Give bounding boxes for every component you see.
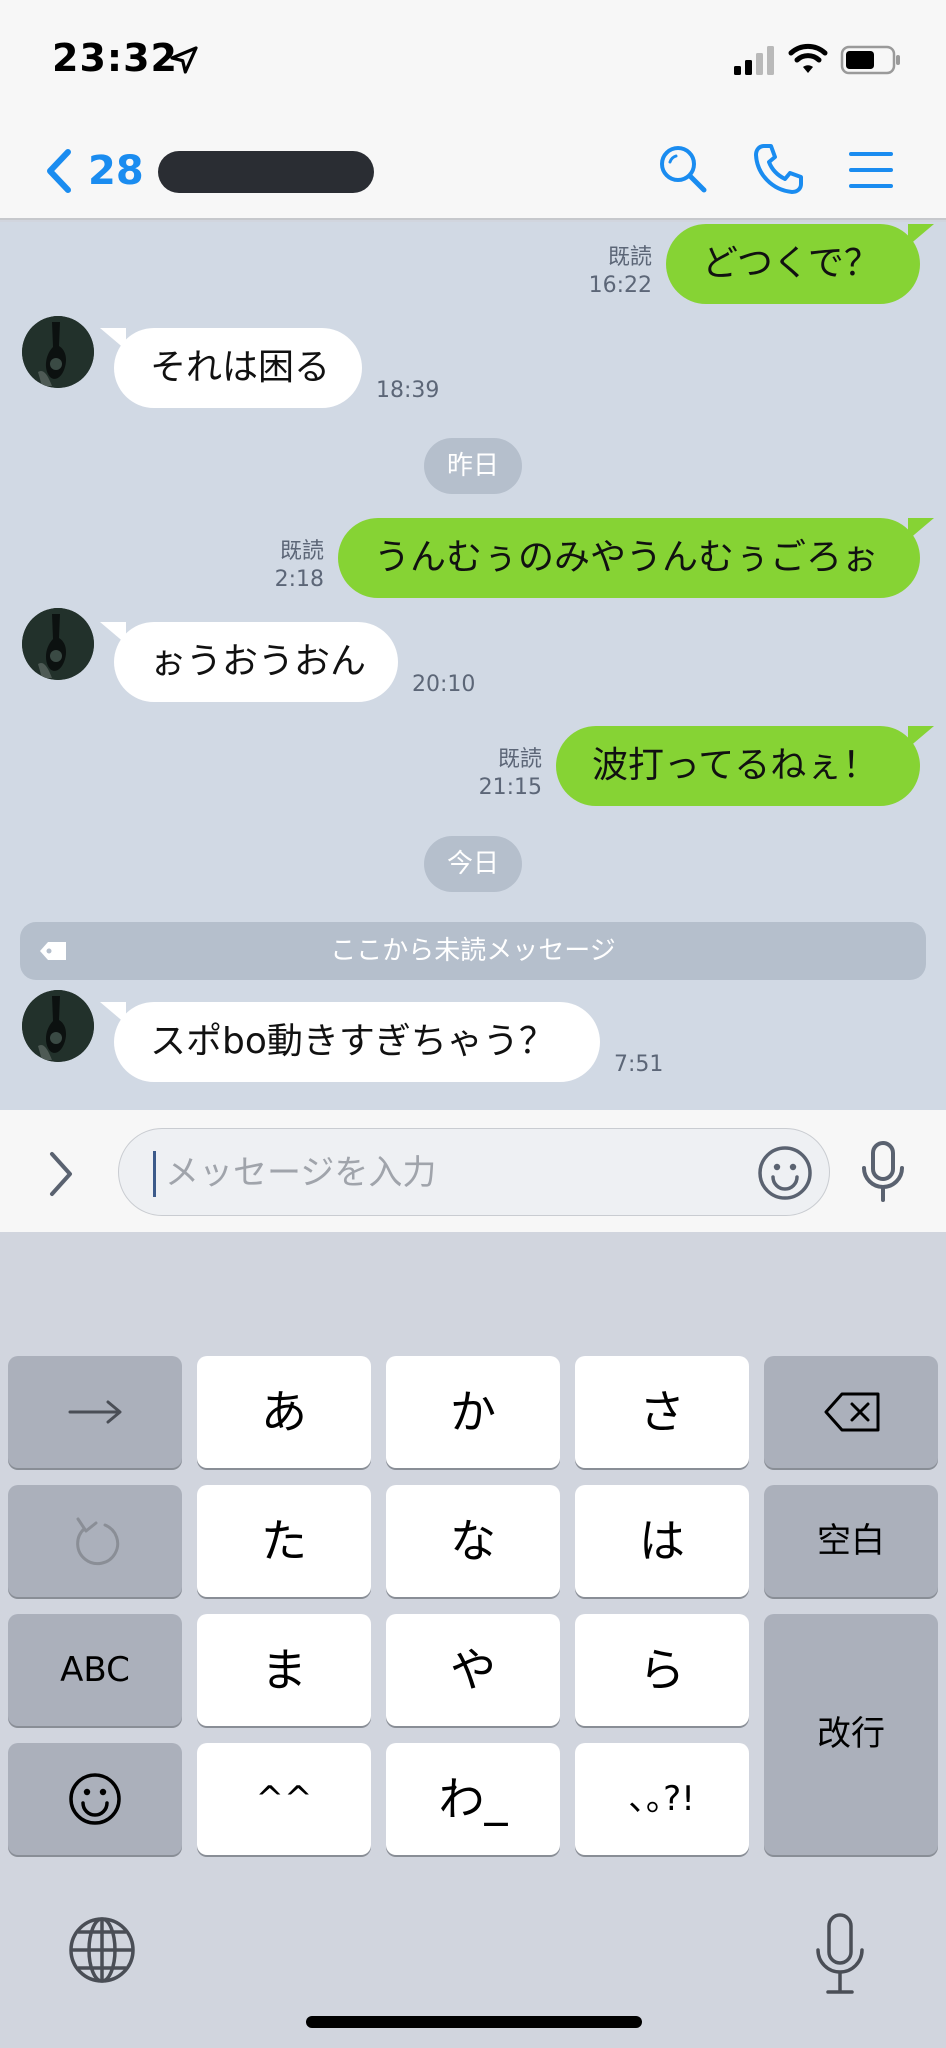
backspace-key[interactable]	[764, 1356, 938, 1468]
home-indicator[interactable]	[306, 2016, 642, 2028]
key-ka[interactable]: か	[386, 1356, 560, 1468]
search-icon[interactable]	[656, 142, 710, 196]
abc-key[interactable]: ABC	[8, 1614, 182, 1726]
contact-name-redacted	[158, 151, 374, 193]
contact-avatar[interactable]	[22, 608, 94, 680]
chevron-left-icon	[47, 149, 71, 193]
return-key[interactable]: 改行	[764, 1614, 938, 1855]
outgoing-message-bubble[interactable]: 波打ってるねぇ！	[556, 726, 934, 806]
emoji-keyboard-key[interactable]	[8, 1743, 182, 1855]
key-kaomoji[interactable]: ^^	[197, 1743, 371, 1855]
dictation-microphone-icon[interactable]	[812, 1912, 868, 1996]
key-a[interactable]: あ	[197, 1356, 371, 1468]
read-receipt: 既読 16:22	[588, 245, 652, 298]
contact-avatar[interactable]	[22, 316, 94, 388]
key-ma[interactable]: ま	[197, 1614, 371, 1726]
undo-key[interactable]	[8, 1485, 182, 1597]
message-input[interactable]: メッセージを入力	[118, 1128, 830, 1216]
incoming-message-bubble[interactable]: それは困る	[100, 328, 362, 408]
text-caret	[153, 1151, 156, 1197]
japanese-kana-keyboard: あ か さ た な は 空白 ABC ま や ら 改行 ^^ わ_ ､｡?!	[0, 1232, 946, 2048]
incoming-message-bubble[interactable]: ぉうおうおん	[100, 622, 398, 702]
chat-header: 28	[0, 120, 946, 220]
menu-icon[interactable]	[848, 148, 894, 192]
battery-icon	[840, 45, 900, 75]
message-input-bar: メッセージを入力	[0, 1110, 946, 1232]
incoming-message-bubble[interactable]: スポbo動きすぎちゃう？	[100, 1002, 600, 1082]
message-time: 7:51	[614, 1052, 664, 1077]
next-candidate-key[interactable]	[8, 1356, 182, 1468]
key-sa[interactable]: さ	[575, 1356, 749, 1468]
back-button[interactable]: 28	[44, 144, 154, 198]
read-receipt: 既読 21:15	[478, 747, 542, 800]
location-arrow-icon	[170, 46, 198, 74]
key-ha[interactable]: は	[575, 1485, 749, 1597]
key-ya[interactable]: や	[386, 1614, 560, 1726]
outgoing-message-bubble[interactable]: どつくで？	[666, 224, 934, 304]
message-time: 20:10	[412, 672, 476, 697]
space-key[interactable]: 空白	[764, 1485, 938, 1597]
phone-icon[interactable]	[752, 142, 804, 196]
read-receipt: 既読 2:18	[274, 539, 324, 592]
chevron-right-icon[interactable]	[46, 1150, 76, 1198]
unread-divider-label: ここから未読メッセージ	[330, 936, 616, 966]
outgoing-message-bubble[interactable]: うんむぅのみやうんむぅごろぉ	[338, 518, 934, 598]
date-separator: 今日	[424, 836, 522, 892]
key-na[interactable]: な	[386, 1485, 560, 1597]
smiley-icon	[69, 1773, 121, 1825]
unread-messages-divider: ここから未読メッセージ	[20, 922, 926, 980]
arrow-right-icon	[68, 1400, 122, 1424]
message-time: 18:39	[376, 378, 440, 403]
key-ra[interactable]: ら	[575, 1614, 749, 1726]
status-bar: 23:32	[0, 0, 946, 120]
message-input-placeholder: メッセージを入力	[165, 1153, 437, 1193]
undo-icon	[76, 1517, 120, 1566]
status-time: 23:32	[52, 36, 178, 80]
wifi-icon	[788, 43, 828, 73]
unread-count: 28	[88, 148, 144, 194]
contact-avatar[interactable]	[22, 990, 94, 1062]
date-separator: 昨日	[424, 438, 522, 494]
key-wa[interactable]: わ_	[386, 1743, 560, 1855]
microphone-icon[interactable]	[858, 1140, 908, 1204]
key-punctuation[interactable]: ､｡?!	[575, 1743, 749, 1855]
key-ta[interactable]: た	[197, 1485, 371, 1597]
globe-icon[interactable]	[66, 1914, 138, 1986]
cellular-signal-icon	[734, 46, 774, 75]
emoji-icon[interactable]	[757, 1145, 813, 1201]
backspace-icon	[824, 1392, 880, 1432]
chat-area[interactable]: 既読 16:22 どつくで？ それは困る 18:39 昨日 既読 2:18 うん…	[0, 222, 946, 1110]
